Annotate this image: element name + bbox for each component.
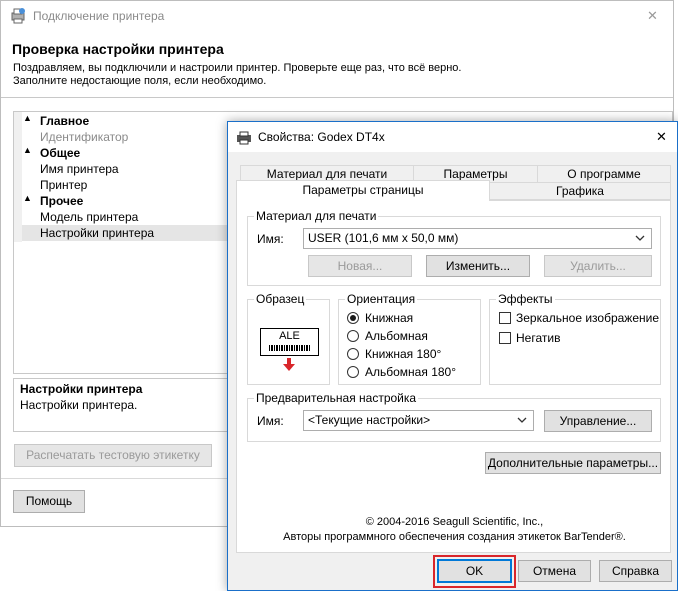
chevron-down-icon [517, 411, 527, 437]
tree-item-printer-name[interactable]: Имя принтера [40, 161, 119, 177]
tree-gutter [14, 112, 22, 242]
wizard-titlebar: Подключение принтера ✕ [1, 1, 673, 31]
print-test-label-button[interactable]: Распечатать тестовую этикетку [14, 444, 212, 467]
label-preview-text: ALE [279, 330, 300, 342]
tree-header-general[interactable]: Общее [40, 145, 80, 161]
info-text: Настройки принтера. [20, 398, 138, 412]
wizard-description-2: Заполните недостающие поля, если необход… [13, 75, 267, 87]
manage-presets-button[interactable]: Управление... [544, 410, 652, 432]
sample-group: Образец ALE [247, 292, 330, 385]
media-name-value: USER (101,6 мм x 50,0 мм) [308, 231, 459, 245]
collapse-icon[interactable]: ▲ [23, 113, 32, 123]
wizard-close-button[interactable]: ✕ [647, 8, 658, 24]
media-group: Материал для печати Имя: USER (101,6 мм … [247, 209, 661, 286]
help-button[interactable]: Помощь [13, 490, 85, 513]
tab-label: Материал для печати [266, 167, 388, 181]
copyright-line-2: Авторы программного обеспечения создания… [283, 531, 626, 543]
tab-panel: Материал для печати Имя: USER (101,6 мм … [236, 200, 671, 553]
tree-item-printer-model[interactable]: Модель принтера [40, 209, 138, 225]
tab-label: О программе [567, 167, 641, 181]
divider [1, 97, 673, 98]
tab-label: Графика [556, 184, 604, 198]
tab-label: Параметры страницы [302, 183, 424, 197]
preset-name-select[interactable]: <Текущие настройки> [303, 410, 534, 431]
preset-name-label: Имя: [257, 414, 284, 428]
negative-label[interactable]: Негатив [516, 331, 560, 345]
landscape-radio[interactable] [347, 330, 359, 342]
landscape-label[interactable]: Альбомная [365, 329, 428, 343]
barcode-icon [269, 345, 310, 351]
effects-group-label: Эффекты [496, 292, 555, 306]
delete-media-button[interactable]: Удалить... [544, 255, 652, 277]
orientation-group-label: Ориентация [345, 292, 418, 306]
collapse-icon[interactable]: ▲ [23, 145, 32, 155]
advanced-parameters-button[interactable]: Дополнительные параметры... [485, 452, 661, 474]
printer-wizard-icon [10, 8, 26, 24]
properties-dialog: Свойства: Godex DT4x ✕ Материал для печа… [227, 121, 678, 591]
media-name-label: Имя: [257, 232, 284, 246]
edit-media-button[interactable]: Изменить... [426, 255, 530, 277]
collapse-icon[interactable]: ▲ [23, 193, 32, 203]
tree-item-printer-settings[interactable]: Настройки принтера [40, 225, 154, 241]
tree-header-main[interactable]: Главное [40, 113, 89, 129]
effects-group: Эффекты Зеркальное изображение Негатив [489, 292, 661, 385]
tree-item-printer[interactable]: Принтер [40, 177, 87, 193]
tab-label: Параметры [443, 167, 508, 181]
ok-button[interactable]: OK [437, 559, 512, 583]
preset-name-value: <Текущие настройки> [308, 413, 431, 427]
media-name-select[interactable]: USER (101,6 мм x 50,0 мм) [303, 228, 652, 249]
landscape-180-radio[interactable] [347, 366, 359, 378]
dialog-close-button[interactable]: ✕ [656, 129, 667, 145]
copyright-line-1: © 2004-2016 Seagull Scientific, Inc., [365, 516, 544, 528]
mirror-checkbox[interactable] [499, 312, 511, 324]
tab-page-setup[interactable]: Параметры страницы [236, 180, 490, 201]
wizard-description-1: Поздравляем, вы подключили и настроили п… [13, 62, 462, 74]
printer-icon [236, 130, 252, 146]
cancel-button[interactable]: Отмена [518, 560, 591, 582]
preset-group: Предварительная настройка Имя: <Текущие … [247, 391, 661, 442]
portrait-180-radio[interactable] [347, 348, 359, 360]
tab-about[interactable]: О программе [537, 165, 671, 183]
tree-header-other[interactable]: Прочее [40, 193, 83, 209]
tab-graphics[interactable]: Графика [489, 182, 671, 200]
portrait-180-label[interactable]: Книжная 180° [365, 347, 441, 361]
preset-group-label: Предварительная настройка [254, 391, 419, 405]
new-media-button[interactable]: Новая... [308, 255, 412, 277]
label-preview: ALE [260, 328, 319, 356]
info-title: Настройки принтера [20, 382, 143, 396]
landscape-180-label[interactable]: Альбомная 180° [365, 365, 456, 379]
dialog-titlebar: Свойства: Godex DT4x ✕ [228, 122, 677, 152]
tree-item-identifier: Идентификатор [40, 130, 129, 144]
wizard-title: Подключение принтера [33, 9, 165, 23]
help-dialog-button[interactable]: Справка [599, 560, 672, 582]
portrait-label[interactable]: Книжная [365, 311, 413, 325]
mirror-label[interactable]: Зеркальное изображение [516, 311, 659, 325]
orientation-group: Ориентация Книжная Альбомная Книжная 180… [338, 292, 481, 385]
portrait-radio[interactable] [347, 312, 359, 324]
wizard-heading: Проверка настройки принтера [12, 41, 224, 57]
sample-group-label: Образец [254, 292, 307, 306]
dialog-title: Свойства: Godex DT4x [258, 130, 385, 144]
negative-checkbox[interactable] [499, 332, 511, 344]
media-group-label: Материал для печати [254, 209, 379, 223]
chevron-down-icon [635, 229, 645, 255]
arrow-down-icon [282, 358, 296, 372]
